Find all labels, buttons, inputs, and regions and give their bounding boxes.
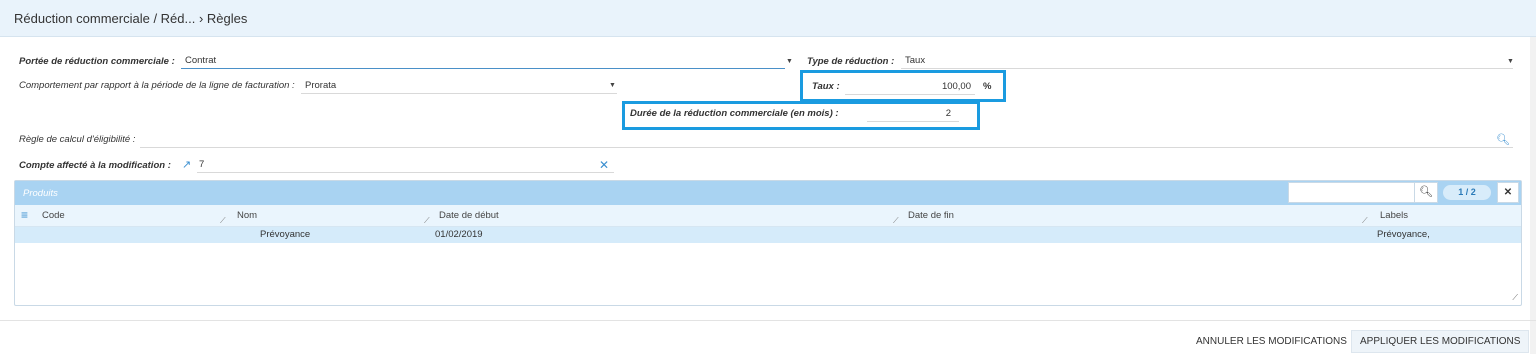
type-label: Type de réduction : (807, 56, 895, 67)
grid-pager[interactable]: 1 / 2 (1443, 185, 1491, 200)
type-value: Taux (905, 55, 926, 66)
col-header-date-fin[interactable]: Date de fin (908, 210, 954, 221)
breadcrumb: Réduction commerciale / Réd... › Règles (14, 11, 248, 26)
col-resize-icon[interactable]: ⟋ (424, 216, 430, 226)
col-resize-icon[interactable]: ⟋ (893, 216, 899, 226)
right-scroll-edge (1530, 37, 1536, 354)
grid-header: Produits 🔍︎ 1 / 2 ✕ (15, 181, 1521, 205)
rate-input[interactable]: 100,00 (845, 78, 975, 95)
col-header-date-debut[interactable]: Date de début (439, 210, 499, 221)
type-select[interactable]: Taux (901, 52, 1513, 69)
header-bar: Réduction commerciale / Réd... › Règles (0, 0, 1536, 37)
scope-value: Contrat (185, 55, 217, 66)
apply-changes-button[interactable]: APPLIQUER LES MODIFICATIONS (1351, 330, 1530, 353)
account-label: Compte affecté à la modification : (19, 160, 171, 171)
grid-title: Produits (23, 188, 58, 199)
grid-resize-handle-icon[interactable]: ⟋ (1512, 293, 1518, 303)
duration-value: 2 (945, 108, 951, 119)
cell-labels: Prévoyance, (1377, 229, 1430, 240)
col-header-nom[interactable]: Nom (237, 210, 257, 221)
products-grid: Produits 🔍︎ 1 / 2 ✕ ≡ Code ⟋ Nom ⟋ Date … (14, 180, 1522, 306)
clear-account-icon[interactable]: ✕ (599, 158, 609, 172)
duration-input[interactable]: 2 (867, 105, 959, 122)
grid-menu-icon[interactable]: ≡ (21, 208, 28, 222)
duration-label: Durée de la réduction commerciale (en mo… (630, 108, 839, 119)
scope-select[interactable]: Contrat (181, 52, 785, 69)
table-row[interactable]: Prévoyance 01/02/2019 Prévoyance, (15, 227, 1521, 243)
cancel-changes-button[interactable]: ANNULER LES MODIFICATIONS (1196, 336, 1347, 347)
eligibility-search-icon[interactable]: 🔍︎ (1496, 133, 1510, 146)
col-header-labels[interactable]: Labels (1380, 210, 1408, 221)
behavior-label: Comportement par rapport à la période de… (19, 80, 295, 91)
rate-unit: % (983, 81, 992, 92)
rate-value: 100,00 (941, 81, 971, 92)
scope-caret-icon[interactable]: ▼ (786, 58, 793, 65)
col-header-code[interactable]: Code (42, 210, 65, 221)
footer-divider (0, 320, 1536, 321)
account-value: 7 (199, 159, 205, 170)
cell-date-debut: 01/02/2019 (435, 229, 483, 240)
grid-search-input[interactable] (1288, 182, 1426, 203)
eligibility-label: Règle de calcul d'éligibilité : (19, 134, 136, 145)
grid-search-icon[interactable]: 🔍︎ (1414, 182, 1438, 203)
account-input[interactable]: 7 (197, 156, 614, 173)
behavior-select[interactable]: Prorata (301, 77, 617, 94)
grid-close-icon[interactable]: ✕ (1497, 182, 1519, 203)
cell-nom: Prévoyance (260, 229, 311, 240)
col-resize-icon[interactable]: ⟋ (220, 216, 226, 226)
behavior-value: Prorata (305, 80, 337, 91)
external-link-icon[interactable]: ↗ (182, 158, 191, 171)
type-caret-icon[interactable]: ▼ (1507, 58, 1514, 65)
eligibility-input[interactable] (140, 131, 1513, 148)
rate-label: Taux : (812, 81, 840, 92)
grid-column-headers: ≡ Code ⟋ Nom ⟋ Date de début ⟋ Date de f… (15, 205, 1521, 227)
scope-label: Portée de réduction commerciale : (19, 56, 175, 67)
behavior-caret-icon[interactable]: ▼ (609, 82, 616, 89)
col-resize-icon[interactable]: ⟋ (1362, 216, 1368, 226)
